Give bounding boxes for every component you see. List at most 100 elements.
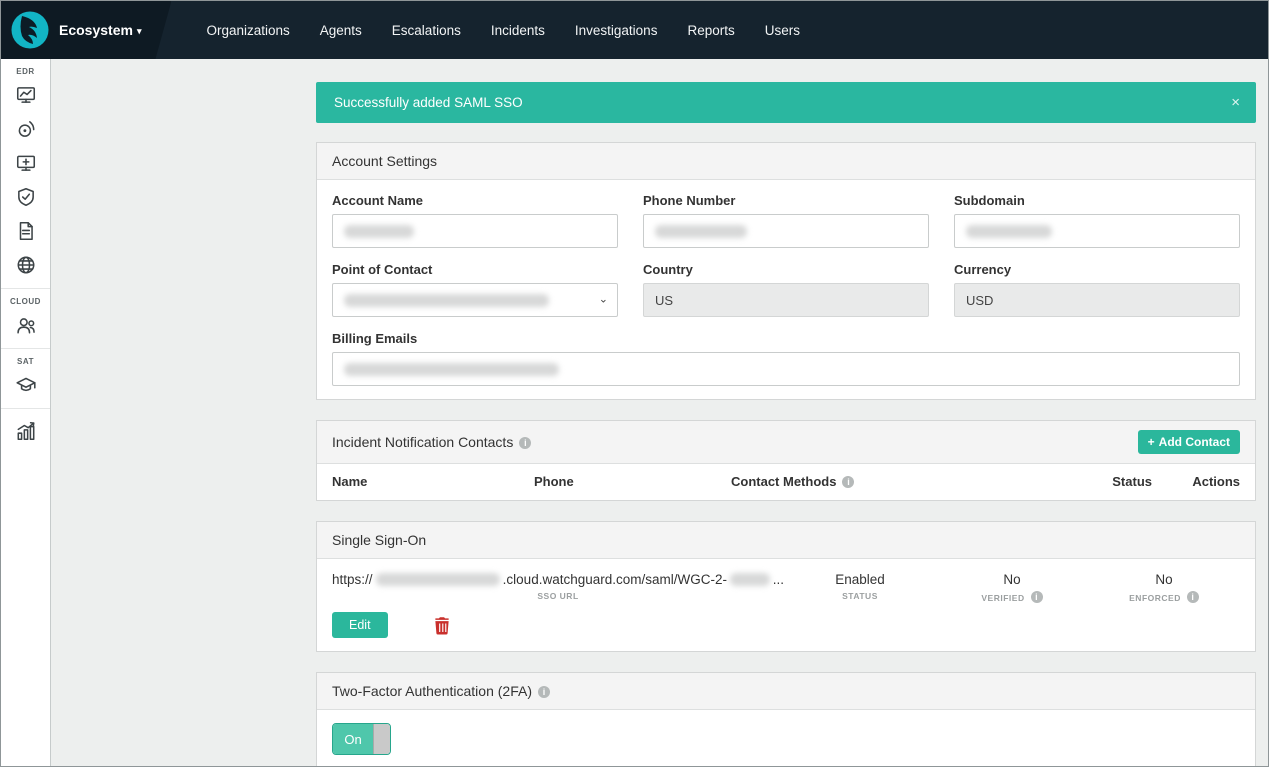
twofa-card: Two-Factor Authentication (2FA) On Enabl… [316,672,1256,766]
comet-icon[interactable] [1,112,50,146]
twofa-toggle-on-label: On [333,724,373,754]
chevron-down-icon: ⌄ [599,292,608,305]
redacted-value [730,573,770,586]
main-content: Successfully added SAML SSO × Account Se… [51,59,1268,766]
twofa-header: Two-Factor Authentication (2FA) [317,673,1255,710]
sso-status-value: Enabled [784,572,936,587]
account-name-label: Account Name [332,193,618,208]
currency-label: Currency [954,262,1240,277]
bar-chart-growth-icon[interactable] [1,414,50,448]
incident-contacts-title: Incident Notification Contacts [332,434,531,450]
redacted-value [966,225,1052,238]
huntress-logo-icon[interactable] [11,11,49,49]
sso-verified-value: No [936,572,1088,587]
info-icon[interactable] [538,686,550,698]
report-document-icon[interactable] [1,214,50,248]
sat-section-label: SAT [1,357,50,366]
column-actions: Actions [1152,474,1240,489]
sso-verified-stat: No VERIFIED [936,572,1088,603]
account-settings-header: Account Settings [317,143,1255,180]
graduation-cap-icon[interactable] [1,368,50,402]
column-phone: Phone [534,474,731,489]
point-of-contact-select[interactable]: ⌄ [332,283,618,317]
sso-stats: Enabled STATUS No VERIFIED No ENFORCED [784,572,1240,603]
icon-sidebar: EDR CLOUD [1,59,51,766]
info-icon[interactable] [842,476,854,488]
currency-field: Currency USD [954,262,1240,317]
edr-section-label: EDR [1,67,50,76]
sso-enforced-caption: ENFORCED [1088,591,1240,603]
nav-item-investigations[interactable]: Investigations [560,14,673,47]
info-icon[interactable] [1031,591,1043,603]
nav-item-agents[interactable]: Agents [305,14,377,47]
sso-enforced-value: No [1088,572,1240,587]
globe-icon[interactable] [1,248,50,282]
sso-title: Single Sign-On [332,532,426,548]
shield-icon[interactable] [1,180,50,214]
twofa-title: Two-Factor Authentication (2FA) [332,683,550,699]
incident-contacts-header: Incident Notification Contacts +Add Cont… [317,421,1255,464]
sso-body: https:// .cloud.watchguard.com/saml/WGC-2… [317,559,1255,651]
edit-sso-button[interactable]: Edit [332,612,388,638]
billing-emails-label: Billing Emails [332,331,1240,346]
country-field: Country US [643,262,929,317]
sso-status-caption: STATUS [784,591,936,601]
nav-item-users[interactable]: Users [750,14,815,47]
sidebar-section-cloud: CLOUD [1,288,50,348]
point-of-contact-field: Point of Contact ⌄ [332,262,618,317]
brand-zone: Ecosystem▾ [1,1,171,59]
account-settings-card: Account Settings Account Name Phone Numb… [316,142,1256,400]
monitor-plus-icon[interactable] [1,146,50,180]
success-banner-message: Successfully added SAML SSO [334,95,523,110]
account-name-field: Account Name [332,193,618,248]
sso-status-stat: Enabled STATUS [784,572,936,603]
add-contact-button[interactable]: +Add Contact [1138,430,1240,454]
twofa-toggle[interactable]: On [332,723,391,755]
success-banner: Successfully added SAML SSO × [316,82,1256,123]
account-name-input[interactable] [332,214,618,248]
sso-verified-caption: VERIFIED [936,591,1088,603]
redacted-value [344,294,549,307]
info-icon[interactable] [519,437,531,449]
sso-actions: Edit [332,612,1240,638]
sso-enforced-stat: No ENFORCED [1088,572,1240,603]
nav-item-reports[interactable]: Reports [672,14,749,47]
currency-value: USD [954,283,1240,317]
redacted-value [344,363,559,376]
account-settings-body: Account Name Phone Number Subdomain Poin… [317,180,1255,399]
twofa-toggle-handle[interactable] [373,724,390,754]
subdomain-field: Subdomain [954,193,1240,248]
billing-emails-input[interactable] [332,352,1240,386]
close-icon[interactable]: × [1231,95,1240,110]
column-status: Status [1042,474,1152,489]
sso-url-prefix: https:// [332,572,373,587]
sso-url-caption: SSO URL [332,591,784,601]
delete-sso-trash-icon[interactable] [434,616,450,635]
sso-card: Single Sign-On https:// .cloud.watchguard… [316,521,1256,652]
point-of-contact-label: Point of Contact [332,262,618,277]
column-contact-methods: Contact Methods [731,474,1042,489]
sidebar-section-reports [1,408,50,454]
incident-contacts-card: Incident Notification Contacts +Add Cont… [316,420,1256,501]
country-value: US [643,283,929,317]
subdomain-label: Subdomain [954,193,1240,208]
user-group-icon[interactable] [1,308,50,342]
subdomain-input[interactable] [954,214,1240,248]
ecosystem-menu[interactable]: Ecosystem▾ [59,22,141,38]
nav-item-organizations[interactable]: Organizations [191,14,304,47]
info-icon[interactable] [1187,591,1199,603]
billing-emails-field: Billing Emails [332,331,1240,386]
chevron-down-icon: ▾ [137,26,142,36]
nav-item-incidents[interactable]: Incidents [476,14,560,47]
redacted-value [376,573,500,586]
nav-item-escalations[interactable]: Escalations [377,14,476,47]
monitor-chart-icon[interactable] [1,78,50,112]
contacts-table-header: Name Phone Contact Methods Status Action… [317,464,1255,500]
sso-url-value: https:// .cloud.watchguard.com/saml/WGC-2… [332,572,784,587]
redacted-value [344,225,414,238]
sso-url-middle: .cloud.watchguard.com/saml/WGC-2- [503,572,727,587]
phone-number-input[interactable] [643,214,929,248]
sso-url-ellipsis: ... [773,572,784,587]
sso-url-block: https:// .cloud.watchguard.com/saml/WGC-2… [332,572,784,601]
account-settings-title: Account Settings [332,153,437,169]
